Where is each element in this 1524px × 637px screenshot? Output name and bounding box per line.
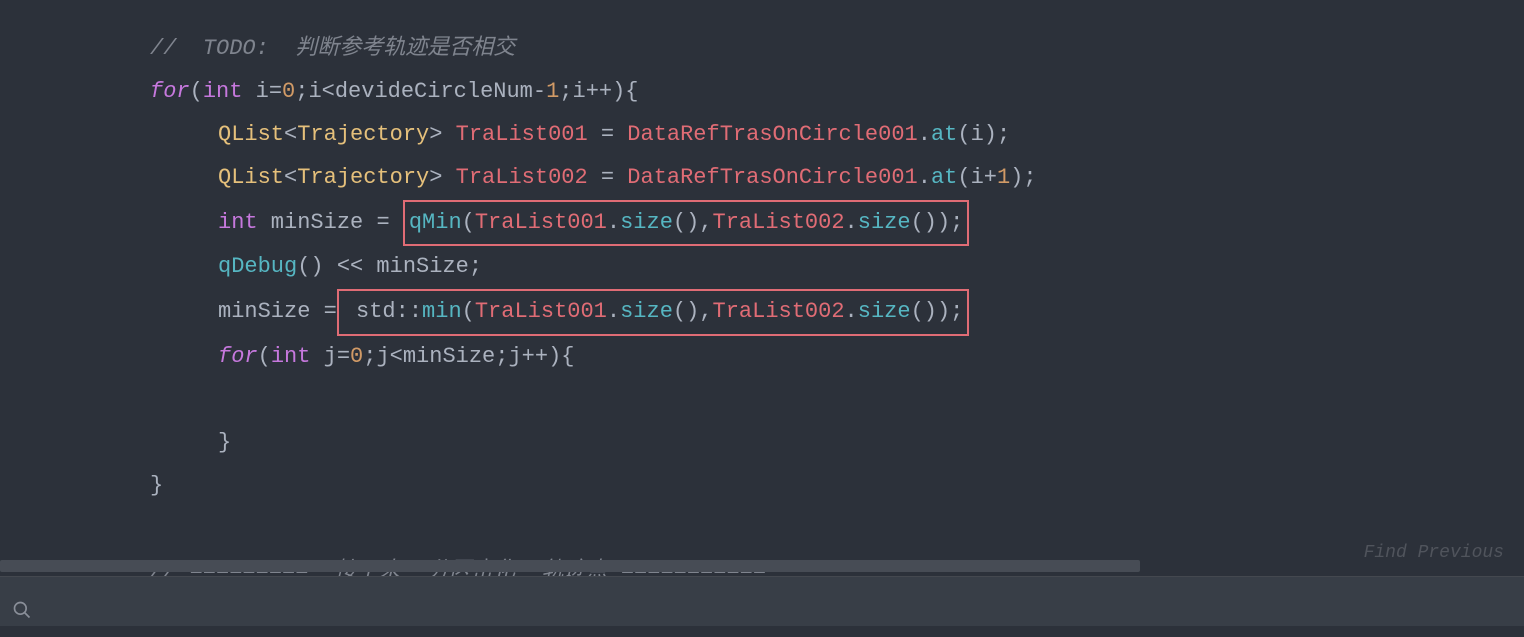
scrollbar-thumb[interactable] (0, 560, 1140, 572)
code-line (150, 379, 1524, 422)
highlighted-code-1: qMin(TraList001.size(),TraList002.size()… (403, 200, 970, 247)
code-line: // TODO: 判断参考轨迹是否相交 (150, 28, 1524, 71)
code-line: for(int j=0;j<minSize;j++){ (150, 336, 1524, 379)
code-line: QList<Trajectory> TraList002 = DataRefTr… (150, 157, 1524, 200)
code-line: qDebug() << minSize; (150, 246, 1524, 289)
find-previous-label: Find Previous (1364, 536, 1504, 571)
code-line: int minSize = qMin(TraList001.size(),Tra… (150, 200, 1524, 247)
code-editor[interactable]: // TODO: 判断参考轨迹是否相交 for(int i=0;i<devide… (0, 28, 1524, 594)
code-line: } (150, 465, 1524, 508)
horizontal-scrollbar[interactable] (0, 560, 1464, 572)
comment-text: // TODO: 判断参考轨迹是否相交 (150, 36, 515, 61)
code-line: QList<Trajectory> TraList001 = DataRefTr… (150, 114, 1524, 157)
code-line: minSize = std::min(TraList001.size(),Tra… (150, 289, 1524, 336)
code-line: for(int i=0;i<devideCircleNum-1;i++){ (150, 71, 1524, 114)
code-line: } (150, 422, 1524, 465)
status-bar (0, 576, 1524, 626)
search-icon[interactable] (12, 594, 32, 614)
code-line (150, 508, 1524, 551)
highlighted-code-2: std::min(TraList001.size(),TraList002.si… (337, 289, 970, 336)
